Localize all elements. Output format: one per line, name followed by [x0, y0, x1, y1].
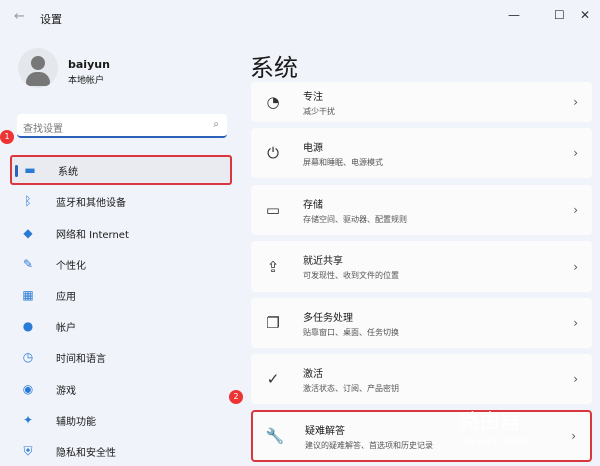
sidebar-item-label: 系统: [58, 166, 78, 178]
card-title: 疑难解答: [305, 425, 345, 437]
sidebar-item-label: 时间和语言: [56, 353, 106, 365]
card-subtitle: 减少干扰: [303, 106, 335, 116]
chevron-right-icon: ›: [571, 429, 576, 443]
step-badge-1: 1: [0, 130, 14, 144]
sidebar-icon: ▦: [22, 288, 34, 302]
chevron-right-icon: ›: [573, 316, 578, 330]
maximize-button[interactable]: ☐: [554, 8, 565, 22]
sidebar-icon: ⛨: [23, 443, 33, 458]
search-placeholder: 查找设置: [23, 124, 63, 135]
sidebar-item-label: 游戏: [56, 385, 76, 397]
chevron-right-icon: ›: [573, 203, 578, 217]
sidebar-icon: ✦: [22, 413, 34, 427]
user-name: baiyun: [68, 58, 110, 71]
card-icon: ⇪: [266, 257, 280, 276]
sidebar-icon: ✎: [22, 257, 34, 271]
sidebar-item[interactable]: ● 帐户: [10, 311, 232, 341]
card-subtitle: 贴靠窗口、桌面、任务切换: [303, 327, 399, 337]
card-icon: ❐: [266, 314, 280, 332]
card-title: 就近共享: [303, 256, 343, 267]
sidebar-icon: ◆: [23, 226, 33, 240]
chevron-right-icon: ›: [573, 372, 578, 386]
card-subtitle: 建议的疑难解答、首选项和历史记录: [305, 440, 433, 450]
settings-card[interactable]: ⇪ 就近共享可发现性、收到文件的位置 ›: [251, 241, 592, 292]
sidebar-item-label: 隐私和安全性: [56, 447, 116, 459]
search-icon: ⌕: [213, 119, 219, 130]
minimize-button[interactable]: —: [508, 8, 520, 22]
window-title: 设置: [40, 13, 62, 26]
sidebar-item-label: 辅助功能: [56, 416, 96, 428]
card-subtitle: 屏幕和睡眠、电源模式: [303, 157, 383, 167]
sidebar-item[interactable]: ◷ 时间和语言: [10, 342, 232, 372]
card-title: 电源: [303, 142, 323, 154]
settings-card[interactable]: ⏻ 电源屏幕和睡眠、电源模式 ›: [251, 128, 592, 178]
card-icon: ✓: [266, 370, 280, 388]
search-input[interactable]: 查找设置 ⌕: [17, 114, 227, 138]
settings-card[interactable]: ✓ 激活激活状态、订阅、产品密钥 ›: [251, 354, 592, 404]
card-subtitle: 存储空间、驱动器、配置规则: [303, 214, 407, 224]
account-type: 本地帐户: [68, 76, 105, 86]
settings-card[interactable]: 🔧 疑难解答建议的疑难解答、首选项和历史记录 ›: [251, 410, 592, 462]
sidebar-icon: ◷: [22, 350, 34, 364]
settings-card[interactable]: ❐ 多任务处理贴靠窗口、桌面、任务切换 ›: [251, 298, 592, 348]
chevron-right-icon: ›: [573, 146, 578, 160]
sidebar-item[interactable]: ▦ 应用: [10, 280, 232, 310]
card-subtitle: 激活状态、订阅、产品密钥: [303, 383, 399, 393]
card-icon: ◔: [266, 93, 280, 111]
close-button[interactable]: ✕: [580, 8, 590, 22]
title-bar: ← 设置 — ☐ ✕: [0, 0, 600, 36]
settings-card[interactable]: ▭ 存储存储空间、驱动器、配置规则 ›: [251, 185, 592, 235]
sidebar-item-label: 个性化: [56, 260, 86, 272]
card-title: 激活: [303, 368, 323, 380]
card-subtitle: 可发现性、收到文件的位置: [303, 271, 399, 280]
sidebar-item[interactable]: ◉ 游戏: [10, 374, 232, 404]
sidebar-item[interactable]: ⛨ 隐私和安全性: [10, 436, 232, 466]
chevron-right-icon: ›: [573, 259, 578, 274]
card-title: 多任务处理: [303, 312, 353, 324]
sidebar-item[interactable]: ✦ 辅助功能: [10, 405, 232, 435]
sidebar-item[interactable]: ✎ 个性化: [10, 249, 232, 279]
card-title: 存储: [303, 199, 323, 211]
sidebar-item-label: 应用: [56, 291, 76, 303]
sidebar-icon: ◉: [22, 382, 34, 396]
sidebar-item-label: 网络和 Internet: [56, 229, 129, 241]
back-button[interactable]: ←: [14, 9, 25, 24]
card-icon: ▭: [265, 201, 281, 219]
settings-card[interactable]: ◔ 专注减少干扰 ›: [251, 82, 592, 122]
chevron-right-icon: ›: [573, 95, 578, 109]
sidebar-icon: ᛒ: [24, 194, 32, 208]
sidebar-item-label: 帐户: [56, 322, 76, 334]
avatar[interactable]: [18, 48, 58, 88]
sidebar-item[interactable]: ▬ 系统: [10, 155, 232, 185]
watermark: 路由器 luyouqi.com: [460, 409, 528, 447]
sidebar-item[interactable]: ᛒ 蓝牙和其他设备: [10, 186, 232, 216]
sidebar-item-label: 蓝牙和其他设备: [56, 197, 126, 209]
sidebar-icon: ▬: [24, 163, 36, 177]
card-icon: ⏻: [267, 144, 279, 162]
sidebar-icon: ●: [22, 319, 34, 333]
sidebar-item[interactable]: ◆ 网络和 Internet: [10, 218, 232, 248]
page-title: 系统: [250, 54, 298, 82]
card-title: 专注: [303, 91, 323, 103]
card-icon: 🔧: [265, 427, 285, 445]
